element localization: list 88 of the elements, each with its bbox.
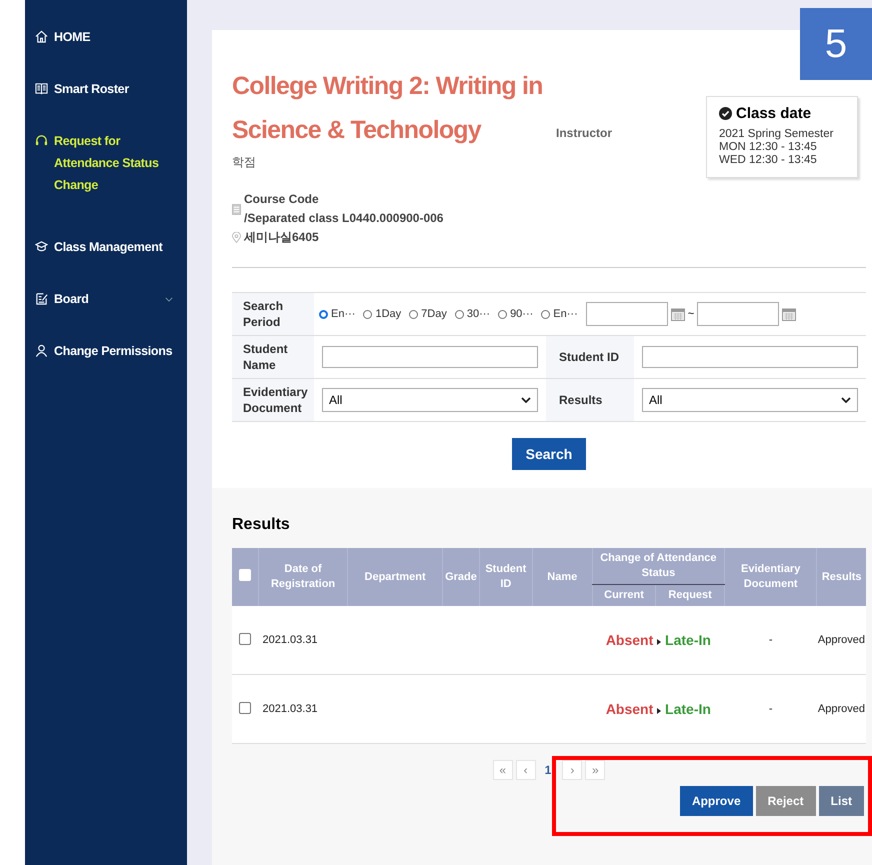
course-title: College Writing 2: Writing in Science & Technology <box>232 72 543 144</box>
calendar-icon[interactable] <box>782 307 796 321</box>
requested-status: Late-In <box>665 701 711 717</box>
results-heading: Results <box>232 516 291 534</box>
column-header: Department <box>348 548 443 606</box>
class-date-line: 2021 Spring Semester <box>719 128 834 141</box>
sidebar-item[interactable]: Smart Roster <box>25 78 187 100</box>
location-pin-icon <box>232 232 241 243</box>
chevron-down-icon <box>521 397 531 403</box>
evidentiary-document-dropdown[interactable]: All <box>322 388 538 412</box>
table-cell: 2021.03.31 <box>258 606 348 674</box>
room-name: 세미나실6405 <box>244 229 319 246</box>
current-status: Absent <box>606 701 654 717</box>
sidebar-item[interactable]: Board <box>25 288 187 310</box>
headset-icon <box>35 134 48 147</box>
person-icon <box>35 344 48 357</box>
first-page-button[interactable]: « <box>492 760 513 780</box>
table-cell: - <box>724 674 817 744</box>
row-checkbox[interactable] <box>239 702 252 714</box>
radio-circle-icon[interactable] <box>319 310 328 318</box>
student-id-field[interactable] <box>642 346 858 368</box>
column-header: Current <box>592 584 656 606</box>
course-code-label: Course Code <box>244 191 320 208</box>
sidebar-item[interactable]: Request for Attendance Status Change <box>25 130 187 196</box>
book-icon <box>35 82 48 95</box>
student-name-field[interactable] <box>322 346 538 368</box>
check-circle-icon <box>719 107 732 120</box>
search-button[interactable]: Search <box>512 438 586 470</box>
radio-circle-icon[interactable] <box>541 310 550 318</box>
sidebar-item[interactable]: Change Permissions <box>25 340 187 362</box>
radio-circle-icon[interactable] <box>363 310 372 318</box>
column-header: Grade <box>442 548 480 606</box>
class-date-line: MON 12:30 - 13:45 <box>719 141 818 154</box>
evidentiary-document-label: Evidentiary Document <box>232 379 314 421</box>
table-cell: 2021.03.31 <box>258 674 348 744</box>
radio-circle-icon[interactable] <box>454 310 464 318</box>
requested-status: Late-In <box>665 632 711 648</box>
list-icon <box>232 204 241 214</box>
current-status: Absent <box>606 632 654 648</box>
column-header: Evidentiary Document <box>724 548 817 606</box>
column-header: Date of Registration <box>258 548 348 606</box>
student-name-label: Student Name <box>232 336 314 378</box>
previous-page-button[interactable]: ‹ <box>516 760 536 780</box>
step-number-badge: 5 <box>800 8 872 80</box>
action-button[interactable]: Approve <box>680 786 753 816</box>
student-id-label: Student ID <box>546 336 634 378</box>
results-dropdown[interactable]: All <box>642 388 858 412</box>
table-cell: Approved <box>816 606 866 674</box>
period-radio[interactable]: 30··· <box>454 308 490 320</box>
arrow-right-icon <box>657 639 662 645</box>
date-range-separator: ~ <box>688 308 694 320</box>
graduation-cap-icon <box>35 240 48 253</box>
sidebar-item[interactable]: HOME <box>25 26 187 48</box>
next-page-button[interactable]: › <box>562 760 582 780</box>
column-header: Results <box>816 548 866 606</box>
end-date-field[interactable] <box>697 302 780 326</box>
arrow-right-icon <box>657 708 662 714</box>
credit-label: 학점 <box>232 154 257 171</box>
edit-note-icon <box>35 292 48 305</box>
results-label: Results <box>546 379 634 421</box>
calendar-icon[interactable] <box>670 307 685 321</box>
column-header: Request <box>656 584 724 606</box>
last-page-button[interactable]: » <box>585 760 606 780</box>
course-code: /Separated class L0440.000900-006 <box>244 210 444 227</box>
row-checkbox[interactable] <box>239 632 252 644</box>
class-date-line: WED 12:30 - 13:45 <box>719 154 818 167</box>
period-radio[interactable]: 1Day <box>363 308 402 320</box>
radio-circle-icon[interactable] <box>498 310 508 318</box>
period-radio[interactable]: 90··· <box>498 308 534 320</box>
sidebar-item[interactable]: Class Management <box>25 236 187 258</box>
select-all-checkbox[interactable] <box>239 568 251 580</box>
instructor-label: Instructor <box>556 126 614 140</box>
period-radio[interactable]: En··· <box>319 308 356 320</box>
house-icon <box>35 30 48 43</box>
period-radio[interactable]: En··· <box>541 308 578 320</box>
chevron-down-icon <box>841 397 851 403</box>
page-number[interactable]: 1 <box>538 760 560 780</box>
radio-circle-icon[interactable] <box>409 310 418 318</box>
start-date-field[interactable] <box>586 302 668 326</box>
column-header: Name <box>532 548 592 606</box>
column-header: Student ID <box>479 548 532 606</box>
period-radio[interactable]: 7Day <box>409 308 447 320</box>
column-header: Change of Attendance Status <box>592 548 724 584</box>
search-period-label: Search Period <box>232 293 314 335</box>
class-date-title: Class date <box>736 105 812 122</box>
action-button[interactable]: List <box>818 786 864 816</box>
table-cell: - <box>724 606 817 674</box>
table-cell: Approved <box>816 674 866 744</box>
